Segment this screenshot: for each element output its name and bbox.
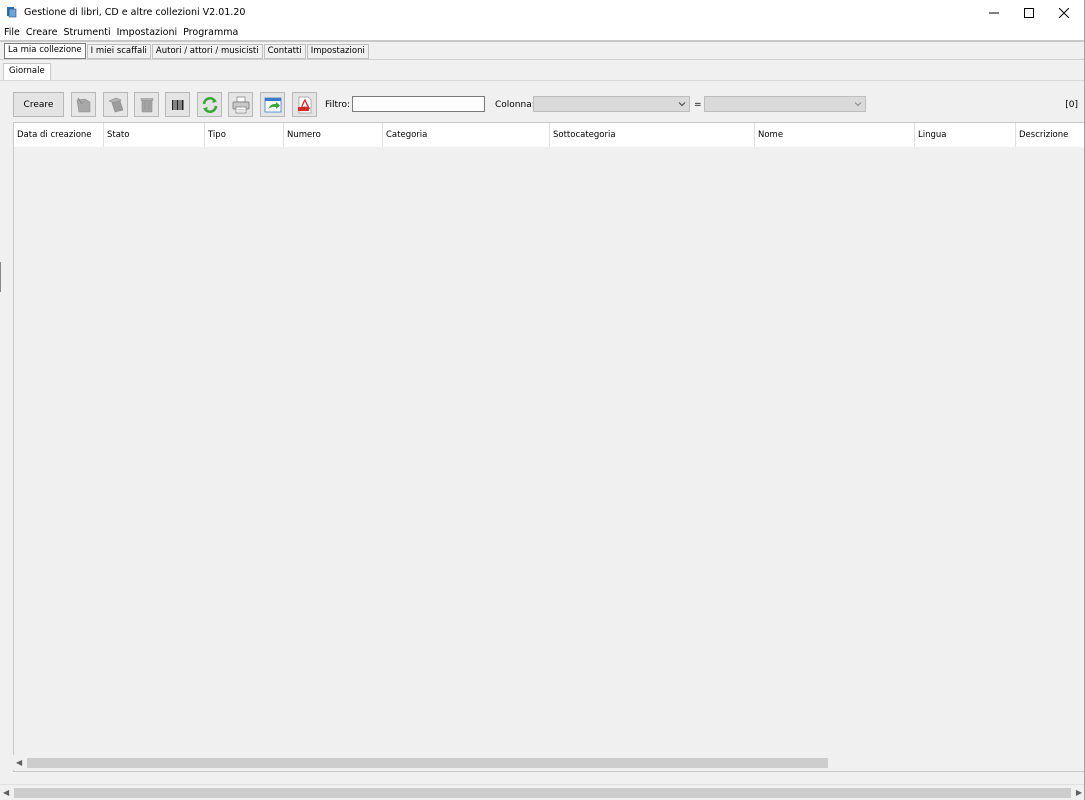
value-select[interactable] [704, 96, 866, 112]
export-button[interactable] [260, 92, 285, 117]
scroll-left-icon[interactable]: ◀ [16, 758, 22, 767]
scrollbar-thumb[interactable] [27, 758, 828, 768]
menu-separator [0, 40, 1085, 42]
tab-autori[interactable]: Autori / attori / musicisti [151, 44, 263, 59]
tab-giornale[interactable]: Giornale [3, 63, 51, 80]
menu-bar: File Creare Strumenti Impostazioni Progr… [0, 26, 1085, 40]
pdf-icon [297, 96, 311, 113]
window-title: Gestione di libri, CD e altre collezioni… [24, 7, 246, 18]
filter-label: Filtro: [325, 100, 351, 110]
column-header-sottocategoria[interactable]: Sottocategoria [550, 123, 755, 147]
create-button[interactable]: Creare [13, 92, 64, 117]
column-label: Colonna: [495, 100, 535, 110]
menu-programma[interactable]: Programma [180, 26, 241, 40]
scroll-right-icon[interactable]: ▶ [1076, 788, 1082, 797]
menu-file[interactable]: File [0, 26, 23, 40]
scrollbar-thumb[interactable] [14, 788, 1071, 798]
scroll-left-icon[interactable]: ◀ [3, 788, 9, 797]
chevron-down-icon [678, 102, 686, 107]
maximize-button[interactable] [1010, 0, 1048, 26]
sub-tabs: Giornale [0, 63, 51, 80]
window-horizontal-scrollbar[interactable]: ◀ ▶ [0, 784, 1085, 799]
column-header-descrizione[interactable]: Descrizione [1016, 123, 1085, 147]
title-bar: Gestione di libri, CD e altre collezioni… [0, 0, 1085, 26]
column-header-data-di-creazione[interactable]: Data di creazione [14, 123, 104, 147]
refresh-button[interactable] [197, 92, 222, 117]
delete-icon [140, 97, 153, 112]
tab-i-miei-scaffali[interactable]: I miei scaffali [86, 44, 151, 59]
barcode-button[interactable] [165, 92, 190, 117]
print-icon [232, 96, 249, 113]
toolbar: Creare Filtro: Colonna: = [0] [0, 88, 1085, 120]
minimize-button[interactable] [975, 0, 1013, 26]
minimize-icon [989, 12, 999, 14]
tab-contatti[interactable]: Contatti [263, 44, 306, 59]
refresh-icon [202, 96, 217, 113]
maximize-icon [1024, 8, 1034, 18]
column-header-stato[interactable]: Stato [104, 123, 205, 147]
record-count: [0] [1065, 100, 1078, 110]
tab-divider [0, 59, 1085, 60]
edit-button[interactable] [71, 92, 96, 117]
delete-button[interactable] [134, 92, 159, 117]
close-button[interactable] [1045, 0, 1083, 26]
table-horizontal-scrollbar[interactable]: ◀ [13, 755, 1085, 770]
copy-icon [107, 97, 123, 112]
edit-icon [76, 97, 90, 112]
menu-impostazioni[interactable]: Impostazioni [114, 26, 181, 40]
copy-button[interactable] [103, 92, 128, 117]
column-select[interactable] [533, 96, 690, 112]
menu-creare[interactable]: Creare [23, 26, 61, 40]
column-header-tipo[interactable]: Tipo [205, 123, 284, 147]
column-header-categoria[interactable]: Categoria [383, 123, 550, 147]
table-header: Data di creazione Stato Tipo Numero Cate… [14, 123, 1085, 147]
close-icon [1059, 8, 1069, 18]
subtab-divider [0, 80, 1085, 81]
tab-impostazioni[interactable]: Impostazioni [306, 44, 369, 59]
app-icon [7, 7, 17, 18]
filter-input[interactable] [352, 96, 485, 112]
window-edge-marker [0, 262, 1, 292]
column-header-numero[interactable]: Numero [284, 123, 383, 147]
barcode-icon [171, 99, 183, 110]
collection-table[interactable]: Data di creazione Stato Tipo Numero Cate… [13, 122, 1085, 772]
column-header-lingua[interactable]: Lingua [915, 123, 1016, 147]
chevron-down-icon [854, 102, 862, 107]
menu-strumenti[interactable]: Strumenti [60, 26, 113, 40]
export-icon [264, 97, 281, 112]
pdf-button[interactable] [292, 92, 317, 117]
print-button[interactable] [228, 92, 253, 117]
column-header-nome[interactable]: Nome [755, 123, 915, 147]
tab-la-mia-collezione[interactable]: La mia collezione [4, 43, 86, 59]
equals-label: = [694, 100, 702, 110]
main-tabs: La mia collezione I miei scaffali Autori… [0, 43, 370, 59]
